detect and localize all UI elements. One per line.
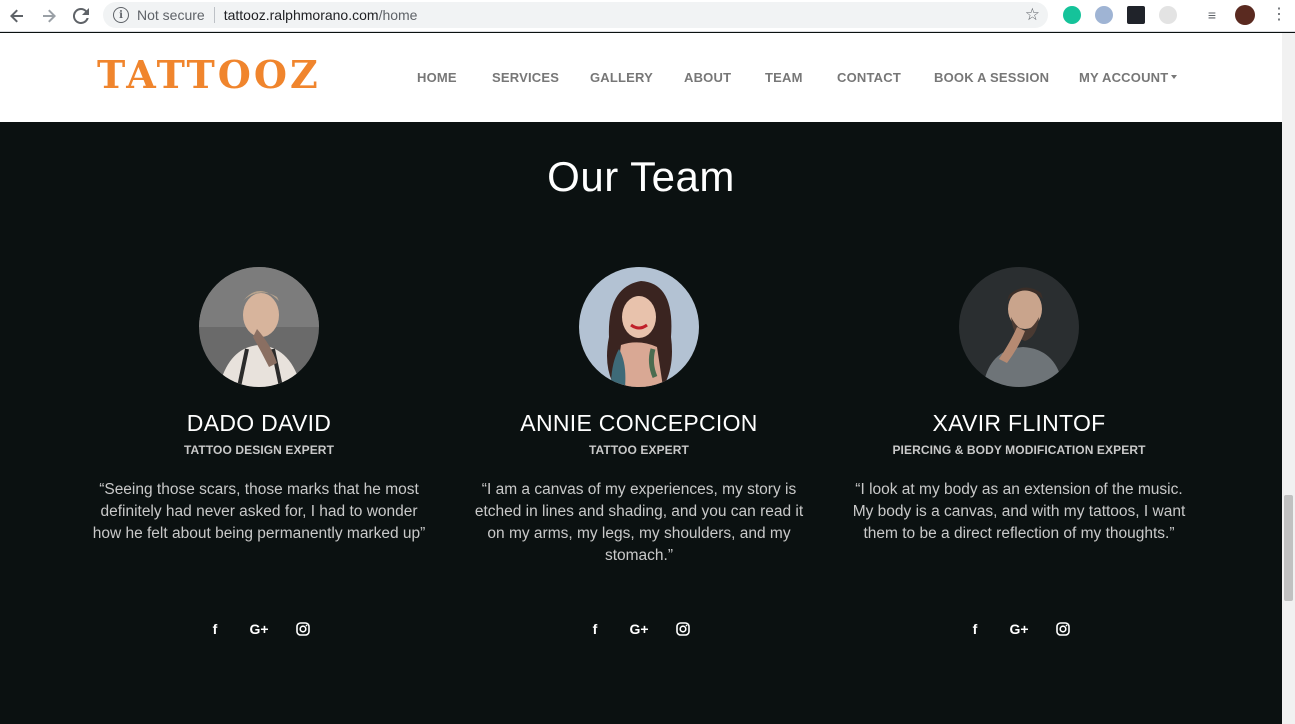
browser-toolbar: i Not secure tattooz.ralphmorano.com/hom… [0, 0, 1295, 32]
bookmark-star-icon[interactable]: ☆ [1025, 5, 1040, 25]
forward-arrow-icon [43, 9, 56, 23]
back-button[interactable] [5, 4, 29, 28]
info-icon[interactable]: i [113, 7, 129, 23]
social-links: f G+ [839, 619, 1199, 639]
instagram-icon[interactable] [673, 619, 693, 639]
back-arrow-icon [10, 9, 23, 23]
member-quote: “I am a canvas of my experiences, my sto… [474, 481, 804, 564]
social-links: f G+ [79, 619, 439, 639]
member-quote: “I look at my body as an extension of th… [852, 481, 1186, 542]
instagram-icon[interactable] [1053, 619, 1073, 639]
section-title: Our Team [547, 153, 735, 200]
facebook-icon[interactable]: f [585, 619, 605, 639]
nav-my-account-label: MY ACCOUNT [1079, 70, 1169, 85]
scrollbar-thumb[interactable] [1284, 495, 1293, 601]
grammarly-extension-icon[interactable] [1063, 6, 1081, 24]
url-path: /home [378, 7, 418, 23]
nav-home[interactable]: HOME [417, 70, 457, 85]
address-bar[interactable]: i Not secure tattooz.ralphmorano.com/hom… [103, 2, 1048, 28]
google-plus-icon[interactable]: G+ [249, 619, 269, 639]
security-label: Not secure [137, 7, 205, 23]
team-member-card: DADO DAVID TATTOO DESIGN EXPERT “Seeing … [79, 267, 439, 637]
react-devtools-icon[interactable] [1127, 6, 1145, 24]
member-name: DADO DAVID [186, 410, 332, 436]
url-host: tattooz.ralphmorano.com [223, 7, 379, 23]
nav-book-a-session[interactable]: BOOK A SESSION [934, 70, 1049, 85]
member-quote: “Seeing those scars, those marks that he… [92, 481, 426, 542]
member-avatar [579, 267, 699, 387]
nav-gallery[interactable]: GALLERY [590, 70, 653, 85]
member-photo [579, 267, 699, 387]
google-plus-icon[interactable]: G+ [1009, 619, 1029, 639]
member-avatar [199, 267, 319, 387]
instagram-icon[interactable] [293, 619, 313, 639]
site-logo[interactable]: TATTOOZ [97, 55, 321, 95]
member-name: ANNIE CONCEPCION [520, 410, 758, 436]
google-plus-icon[interactable]: G+ [629, 619, 649, 639]
nav-contact[interactable]: CONTACT [837, 70, 901, 85]
member-avatar [959, 267, 1079, 387]
social-links: f G+ [459, 619, 819, 639]
profile-avatar[interactable] [1235, 5, 1255, 25]
nav-team[interactable]: TEAM [765, 70, 803, 85]
member-role: TATTOO EXPERT [589, 443, 689, 457]
member-photo [199, 267, 319, 387]
member-role: TATTOO DESIGN EXPERT [183, 443, 334, 457]
facebook-icon[interactable]: f [205, 619, 225, 639]
member-photo [959, 267, 1079, 387]
extension-icon-2[interactable] [1159, 6, 1177, 24]
extension-icon[interactable] [1095, 6, 1113, 24]
nav-services[interactable]: SERVICES [492, 70, 559, 85]
team-member-card: ANNIE CONCEPCION TATTOO EXPERT “I am a c… [459, 267, 819, 637]
member-role: PIERCING & BODY MODIFICATION EXPERT [892, 443, 1146, 457]
team-member-card: XAVIR FLINTOF PIERCING & BODY MODIFICATI… [839, 267, 1199, 637]
nav-about[interactable]: ABOUT [684, 70, 731, 85]
facebook-icon[interactable]: f [965, 619, 985, 639]
site-header: TATTOOZ HOME SERVICES GALLERY ABOUT TEAM… [0, 33, 1282, 122]
nav-my-account[interactable]: MY ACCOUNT [1079, 70, 1178, 85]
reload-icon [73, 8, 89, 24]
page-scrollbar[interactable] [1282, 33, 1295, 724]
menu-kebab-icon[interactable]: ⋮ [1270, 6, 1288, 24]
media-queue-icon[interactable]: ≡ [1203, 6, 1221, 24]
reload-button[interactable] [69, 4, 93, 28]
divider [213, 7, 215, 23]
forward-button[interactable] [37, 4, 61, 28]
page: TATTOOZ HOME SERVICES GALLERY ABOUT TEAM… [0, 33, 1282, 724]
logo-text: TATTOOZ [97, 52, 321, 97]
caret-down-icon [1171, 74, 1178, 79]
member-name: XAVIR FLINTOF [932, 410, 1106, 436]
